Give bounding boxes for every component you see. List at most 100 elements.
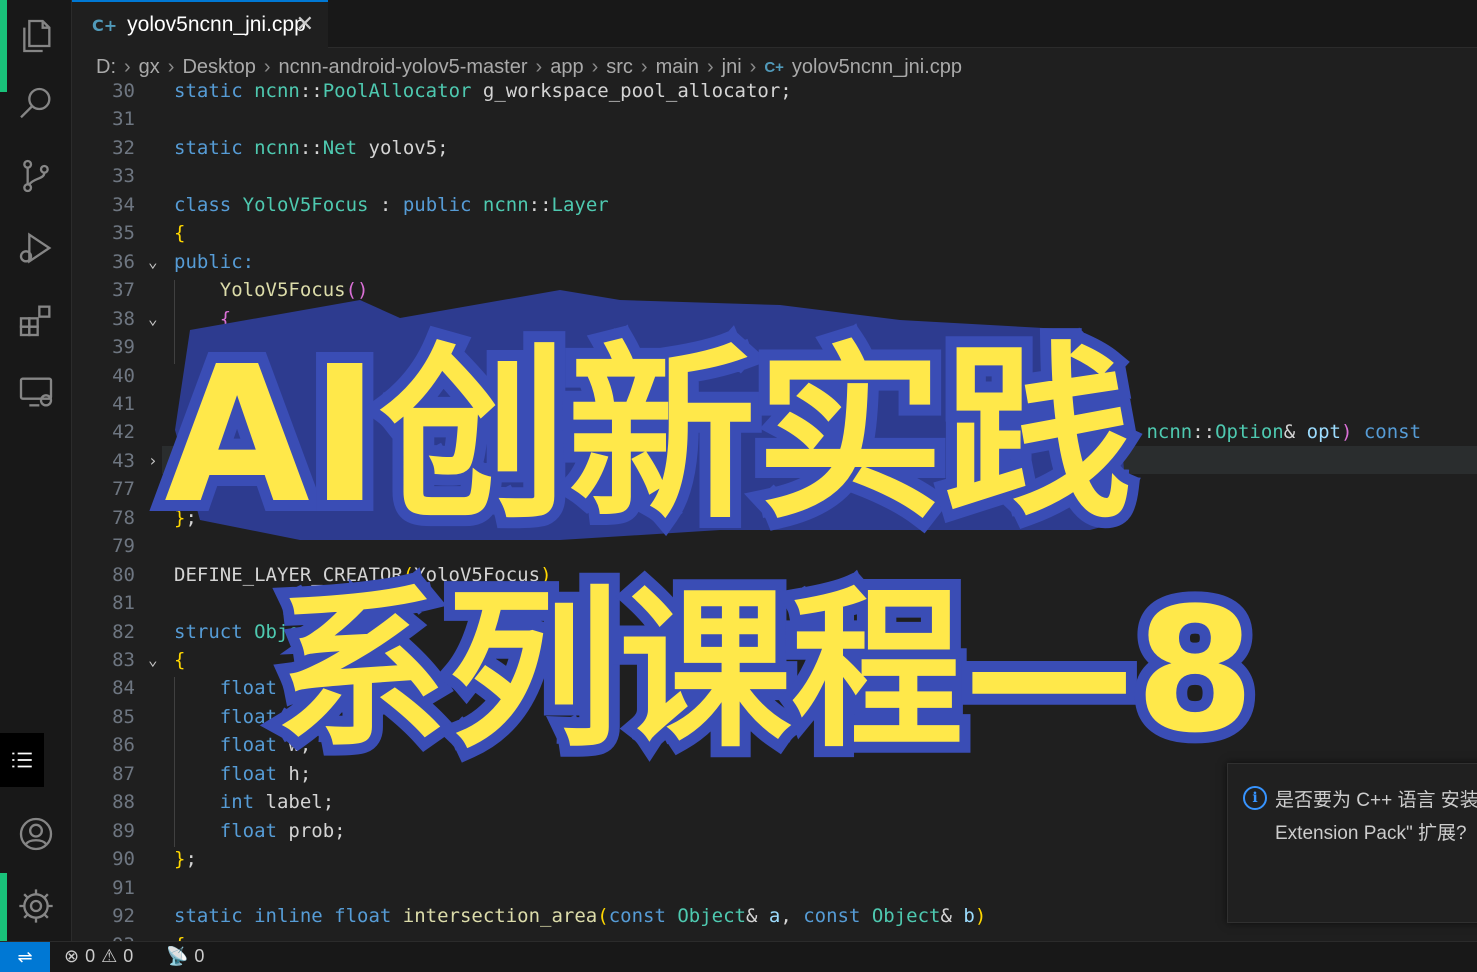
- remote-indicator-button[interactable]: ⇌: [0, 942, 50, 972]
- breadcrumb-segment[interactable]: src: [606, 56, 633, 79]
- code-line[interactable]: 83 ⌄ {: [72, 646, 1477, 674]
- ports-count: 0: [194, 946, 205, 966]
- breadcrumb-segment[interactable]: app: [550, 56, 583, 79]
- code-token: ;: [185, 506, 197, 529]
- code-token: Object: [254, 620, 323, 643]
- tab-yolov5ncnn-jni[interactable]: C+ yolov5ncnn_jni.cpp ✕: [72, 0, 328, 48]
- line-number: 41: [112, 392, 135, 415]
- line-number: 40: [112, 364, 135, 387]
- code-token: Object: [677, 905, 746, 928]
- breadcrumb-segment[interactable]: D:: [96, 56, 116, 79]
- fold-expanded-chevron-icon[interactable]: ⌄: [148, 248, 168, 276]
- code-line[interactable]: 35 {: [72, 219, 1477, 247]
- code-token: label;: [265, 791, 335, 814]
- code-text: int label;: [174, 788, 334, 816]
- source-control-icon[interactable]: [0, 140, 72, 212]
- code-line[interactable]: 34 class YoloV5Focus : public ncnn::Layer: [72, 191, 1477, 219]
- fold-expanded-chevron-icon[interactable]: ⌄: [148, 305, 168, 333]
- code-text: static ncnn::PoolAllocator g_workspace_p…: [174, 82, 792, 105]
- code-line[interactable]: 77 }: [72, 475, 1477, 503]
- line-number: 89: [112, 819, 135, 842]
- line-number: 78: [112, 506, 135, 529]
- breadcrumb-chevron-icon: ›: [591, 55, 599, 78]
- code-text: };: [174, 845, 197, 873]
- code-token: &: [1283, 421, 1307, 444]
- code-line[interactable]: 93 {: [72, 931, 1477, 942]
- warning-icon: ⚠: [101, 946, 118, 966]
- extensions-icon[interactable]: [0, 284, 72, 356]
- account-icon[interactable]: [0, 798, 72, 870]
- code-token: virtual int: [265, 421, 403, 444]
- code-line[interactable]: 82 struct Object: [72, 618, 1477, 646]
- code-line[interactable]: 32 static ncnn::Net yolov5;: [72, 134, 1477, 162]
- code-line[interactable]: 31: [72, 105, 1477, 133]
- breadcrumb-segment[interactable]: gx: [139, 56, 160, 79]
- code-line[interactable]: 79: [72, 532, 1477, 560]
- notification-message: 是否要为 C++ 语言 安装 Extension Pack" 扩展?: [1275, 784, 1477, 850]
- ports-indicator[interactable]: 📡 0: [166, 946, 204, 967]
- code-line[interactable]: 33: [72, 162, 1477, 190]
- code-token: ncnn: [482, 193, 529, 216]
- code-token: prob;: [288, 819, 346, 842]
- remote-explorer-icon[interactable]: [0, 356, 72, 428]
- code-line[interactable]: 40: [72, 362, 1477, 390]
- code-line[interactable]: 41: [72, 390, 1477, 418]
- search-icon[interactable]: [0, 68, 72, 140]
- line-number: 90: [112, 848, 135, 871]
- breadcrumb-chevron-icon: ›: [535, 55, 543, 78]
- code-token: struct: [174, 620, 255, 643]
- breadcrumb-segment[interactable]: jni: [722, 56, 742, 79]
- line-number: 43: [112, 449, 135, 472]
- code-token: }: [174, 506, 186, 529]
- code-token: ::: [608, 421, 632, 444]
- code-line[interactable]: 42 virtual int forward(const ncnn::Mat& …: [72, 418, 1477, 446]
- fold-expanded-chevron-icon[interactable]: ⌄: [148, 646, 168, 674]
- code-token: ;: [185, 848, 197, 871]
- code-line[interactable]: 38 ⌄ {: [72, 305, 1477, 333]
- code-token: public:: [174, 250, 255, 273]
- code-line[interactable]: 43 ›: [72, 447, 1477, 475]
- code-line[interactable]: 36 ⌄ public:: [72, 248, 1477, 276]
- code-token: ::: [299, 136, 323, 159]
- code-line[interactable]: 84 float x;: [72, 674, 1477, 702]
- code-text: float x;: [174, 674, 312, 702]
- code-line[interactable]: 78};: [72, 504, 1477, 532]
- code-line[interactable]: 85 float y;: [72, 703, 1477, 731]
- code-token: static inline float: [174, 905, 403, 928]
- explorer-icon[interactable]: [0, 0, 72, 72]
- breadcrumb-chevron-icon: ›: [706, 55, 714, 78]
- breadcrumb-segment[interactable]: ncnn-android-yolov5-master: [279, 56, 528, 79]
- line-number: 30: [112, 82, 135, 102]
- code-token: static: [174, 82, 255, 102]
- settings-gear-icon[interactable]: [0, 870, 72, 942]
- code-text: }: [174, 475, 231, 503]
- extension-recommendation-toast[interactable]: i 是否要为 C++ 语言 安装 Extension Pack" 扩展?: [1227, 763, 1477, 923]
- activity-bar: [0, 0, 72, 941]
- problems-indicator[interactable]: ⊗ 0 ⚠ 0: [64, 946, 133, 967]
- code-line[interactable]: 39 one_blob_only = true;: [72, 333, 1477, 361]
- code-token: Object: [871, 905, 941, 928]
- close-icon[interactable]: ✕: [296, 12, 314, 37]
- code-line[interactable]: 37 YoloV5Focus(): [72, 276, 1477, 304]
- fold-collapsed-chevron-icon[interactable]: ›: [148, 447, 168, 475]
- code-token: float: [219, 705, 289, 728]
- code-token: ncnn: [562, 421, 609, 444]
- outline-icon[interactable]: [0, 733, 44, 787]
- code-line[interactable]: 30 static ncnn::PoolAllocator g_workspace…: [72, 82, 1477, 105]
- code-token: one_blob_only = true;: [174, 336, 506, 359]
- breadcrumb-segment[interactable]: main: [656, 56, 699, 79]
- run-debug-icon[interactable]: [0, 212, 72, 284]
- breadcrumb-segment[interactable]: Desktop: [182, 56, 255, 79]
- code-token: static: [174, 136, 255, 159]
- code-token: ::: [528, 193, 552, 216]
- code-token: YoloV5Focus: [414, 563, 541, 586]
- code-line[interactable]: 81: [72, 589, 1477, 617]
- code-text: {: [174, 931, 185, 942]
- code-token: (: [597, 905, 609, 928]
- breadcrumb-file[interactable]: yolov5ncnn_jni.cpp: [792, 56, 962, 79]
- code-token: (): [345, 279, 369, 302]
- code-line[interactable]: 86 float w;: [72, 731, 1477, 759]
- code-line[interactable]: 80 DEFINE_LAYER_CREATOR(YoloV5Focus): [72, 561, 1477, 589]
- code-token: class: [174, 193, 243, 216]
